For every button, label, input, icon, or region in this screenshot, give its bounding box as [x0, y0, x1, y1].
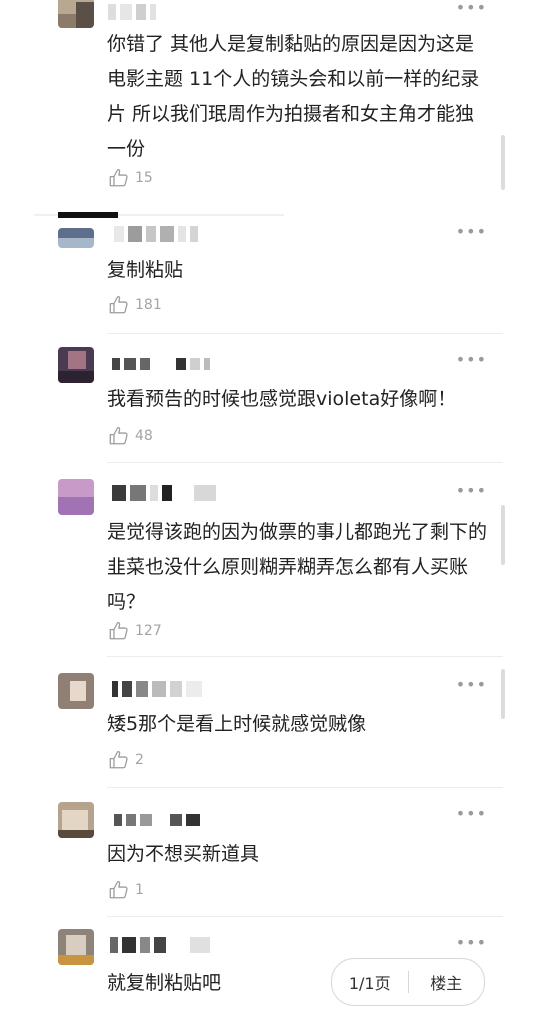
- more-options-icon[interactable]: •••: [456, 935, 487, 951]
- comment-text: 矮5那个是看上时候就感觉贼像: [107, 713, 367, 735]
- like-button[interactable]: 127: [108, 620, 162, 642]
- pager-bar: 1/1页 楼主: [331, 958, 485, 1006]
- more-options-icon[interactable]: •••: [456, 677, 487, 693]
- avatar[interactable]: [58, 479, 94, 515]
- like-count: 1: [135, 882, 144, 898]
- comment-item: ••• 是觉得该跑的因为做票的事儿都跑光了剩下的韭菜也没什么原则糊弄糊弄怎么都有…: [0, 463, 539, 656]
- username-blurred[interactable]: [112, 485, 220, 501]
- thumbs-up-icon: [108, 425, 130, 447]
- thumbs-up-icon: [108, 749, 130, 771]
- like-button[interactable]: 48: [108, 425, 153, 447]
- avatar[interactable]: [58, 0, 94, 28]
- comment-text: 复制粘贴: [107, 259, 184, 281]
- thumbs-up-icon: [108, 879, 130, 901]
- username-blurred[interactable]: [112, 681, 206, 697]
- like-button[interactable]: 1: [108, 879, 144, 901]
- more-options-icon[interactable]: •••: [456, 483, 487, 499]
- scrollbar[interactable]: [501, 669, 505, 719]
- like-count: 15: [135, 170, 153, 186]
- like-count: 127: [135, 623, 162, 639]
- comment-item: ••• 你错了 其他人是复制黏贴的原因是因为这是电影主题 11个人的镜头会和以前…: [0, 0, 539, 210]
- comment-item: ••• 复制粘贴 181: [0, 216, 539, 332]
- like-button[interactable]: 15: [108, 167, 153, 189]
- username-blurred[interactable]: [108, 4, 160, 20]
- avatar[interactable]: [58, 347, 94, 383]
- op-only-button[interactable]: 楼主: [409, 970, 485, 994]
- more-options-icon[interactable]: •••: [456, 352, 487, 368]
- more-options-icon[interactable]: •••: [456, 224, 487, 240]
- avatar[interactable]: [58, 228, 94, 248]
- comment-item: ••• 矮5那个是看上时候就感觉贼像 2: [0, 657, 539, 785]
- like-button[interactable]: 2: [108, 749, 144, 771]
- thumbs-up-icon: [108, 620, 130, 642]
- thumbs-up-icon: [108, 167, 130, 189]
- like-button[interactable]: 181: [108, 294, 162, 316]
- comment-text: 是觉得该跑的因为做票的事儿都跑光了剩下的韭菜也没什么原则糊弄糊弄怎么都有人买账吗…: [107, 521, 488, 613]
- more-options-icon[interactable]: •••: [456, 806, 487, 822]
- username-blurred[interactable]: [114, 814, 204, 826]
- username-blurred[interactable]: [112, 358, 214, 370]
- scrollbar[interactable]: [501, 135, 505, 190]
- comment-item: ••• 我看预告的时候也感觉跟violeta好像啊！ 48: [0, 334, 539, 462]
- avatar[interactable]: [58, 673, 94, 709]
- thumbs-up-icon: [108, 294, 130, 316]
- scrollbar[interactable]: [501, 505, 505, 565]
- avatar[interactable]: [58, 802, 94, 838]
- like-count: 181: [135, 297, 162, 313]
- like-count: 2: [135, 752, 144, 768]
- avatar[interactable]: [58, 929, 94, 965]
- like-count: 48: [135, 428, 153, 444]
- comment-text: 你错了 其他人是复制黏贴的原因是因为这是电影主题 11个人的镜头会和以前一样的纪…: [107, 33, 480, 160]
- comment-text: 我看预告的时候也感觉跟violeta好像啊！: [107, 388, 457, 410]
- comment-text: 因为不想买新道具: [107, 843, 260, 865]
- comment-item: ••• 因为不想买新道具 1: [0, 788, 539, 916]
- username-blurred[interactable]: [114, 226, 202, 242]
- page-indicator-button[interactable]: 1/1页: [332, 970, 408, 994]
- username-blurred[interactable]: [110, 937, 214, 953]
- more-options-icon[interactable]: •••: [456, 0, 487, 16]
